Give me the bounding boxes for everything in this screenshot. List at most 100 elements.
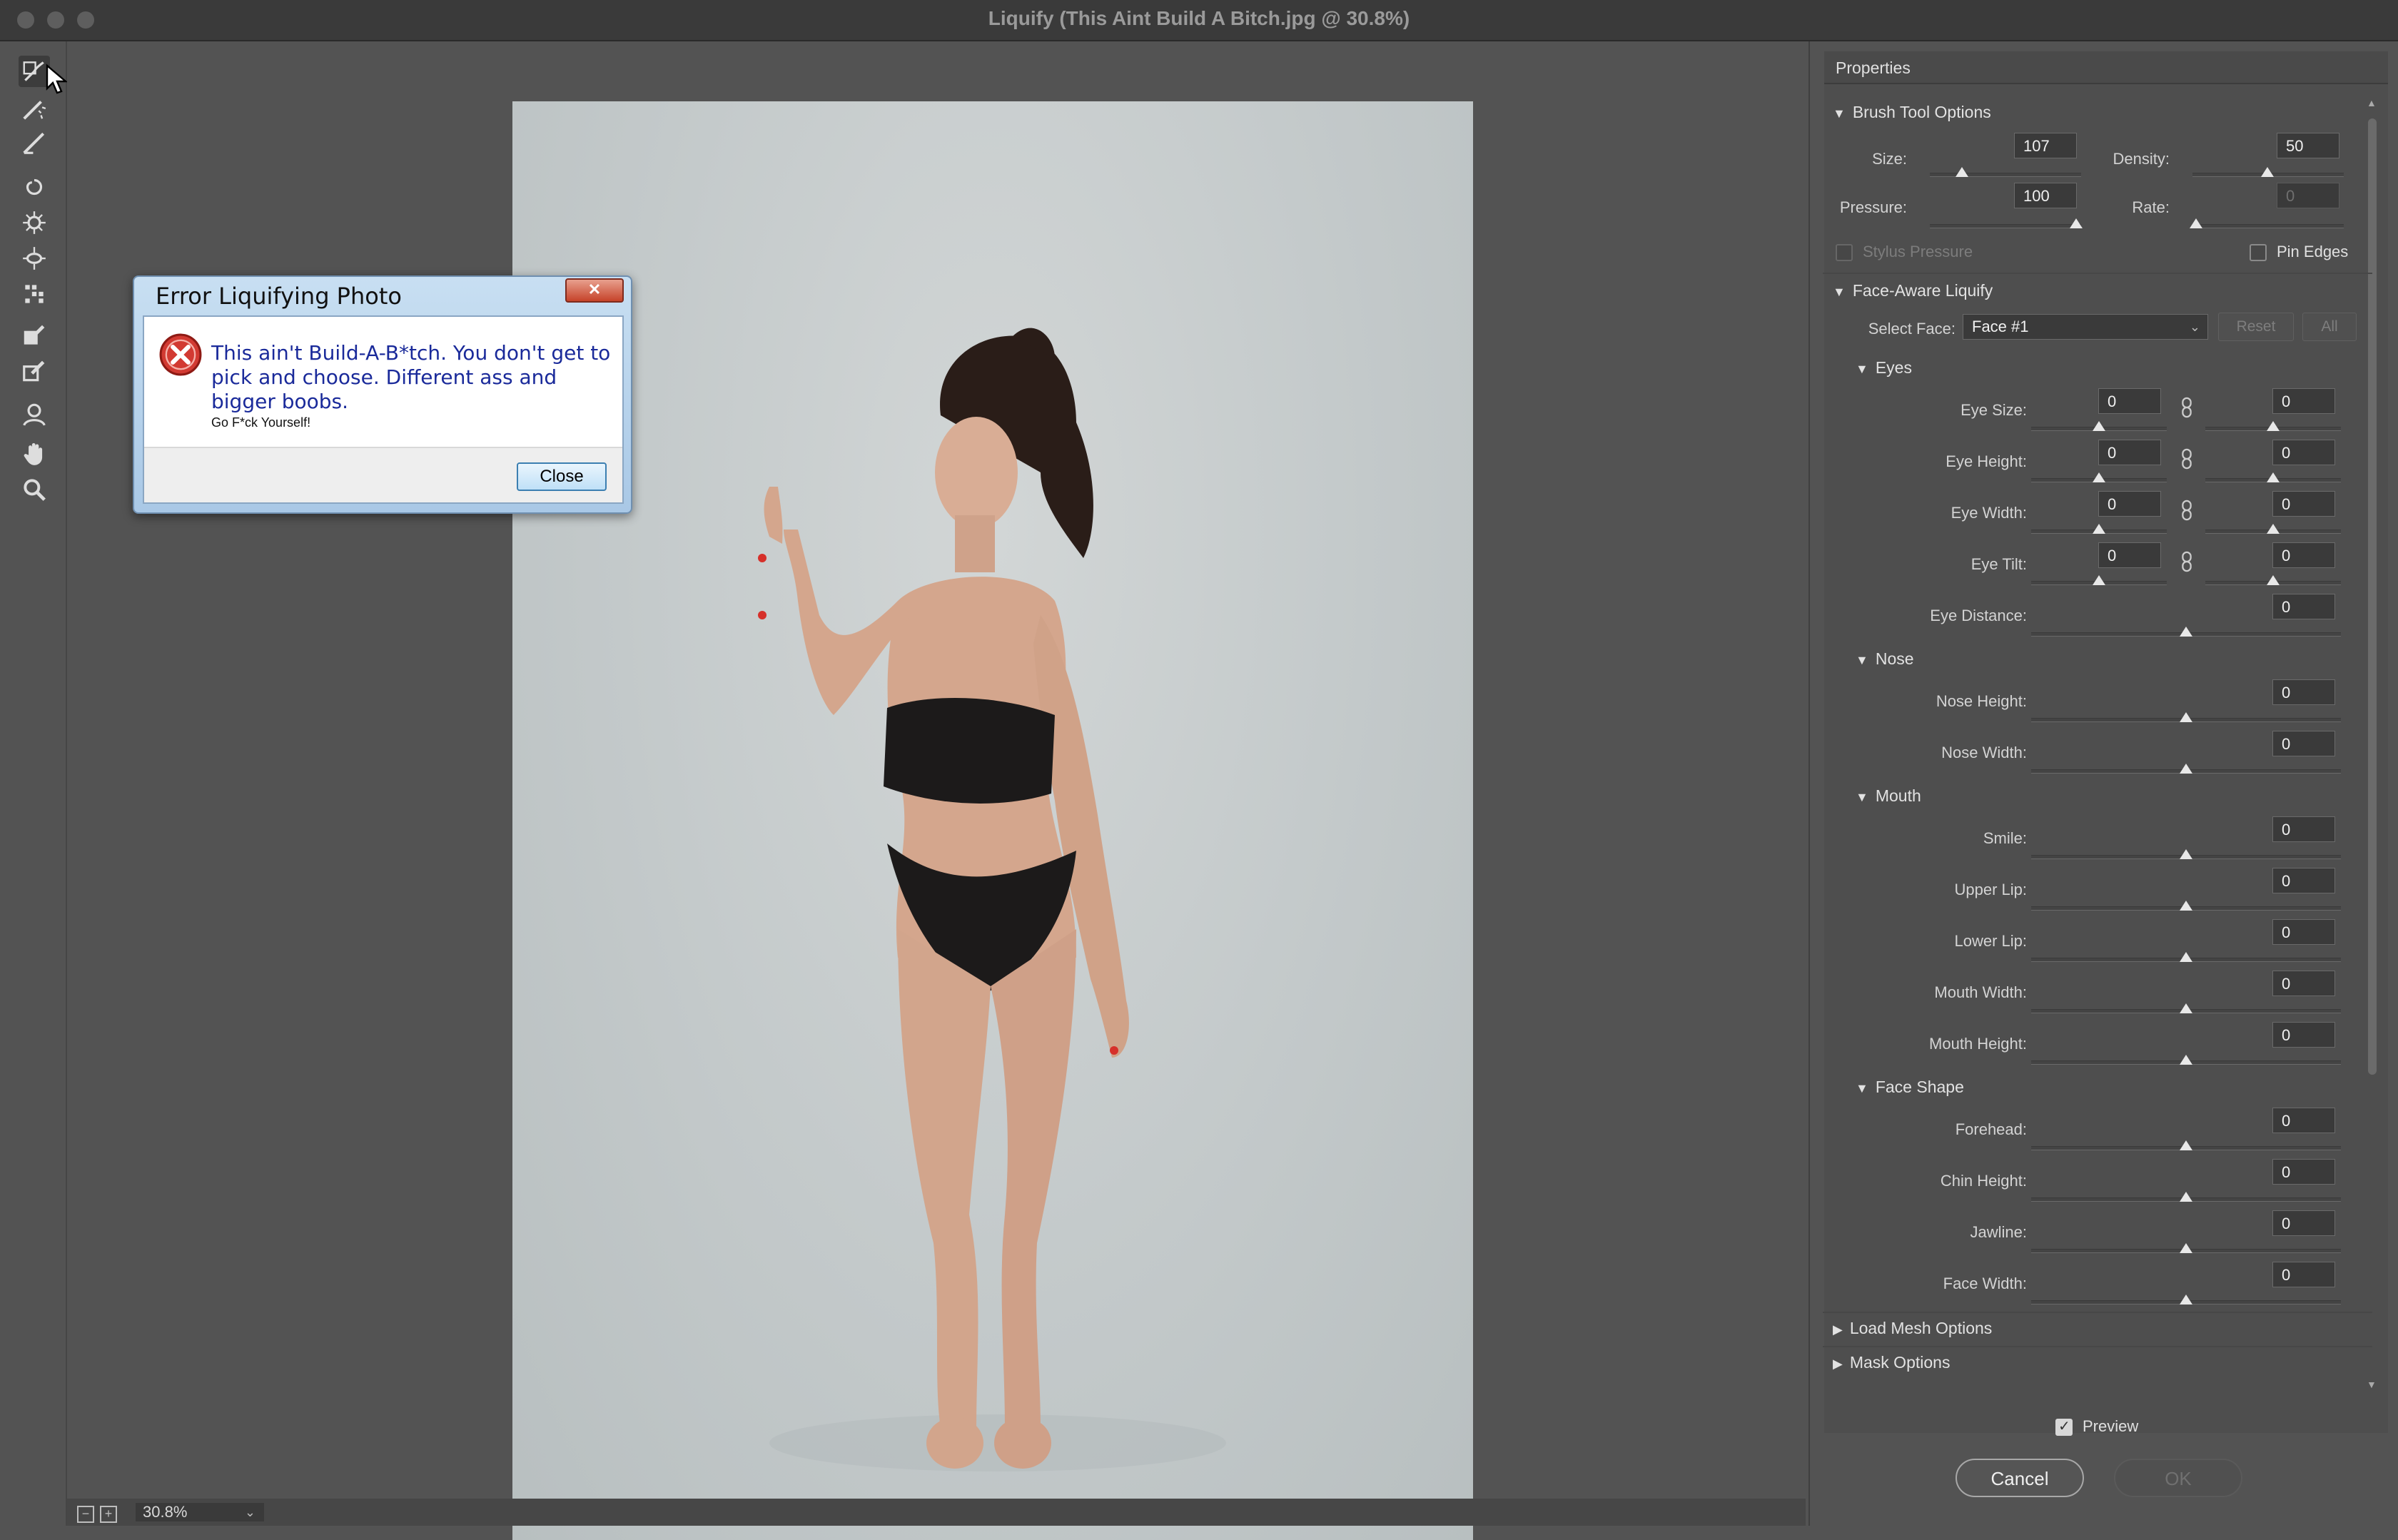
panel-scrollbar[interactable]: ▲ ▼ bbox=[2367, 97, 2378, 1396]
preview-canvas[interactable] bbox=[67, 41, 1806, 1540]
forehead-input[interactable]: 0 bbox=[2272, 1108, 2335, 1133]
mouth-heading[interactable]: ▼ Mouth bbox=[1856, 786, 1921, 806]
lower-lip-thumb[interactable] bbox=[2180, 952, 2192, 962]
jawline-input[interactable]: 0 bbox=[2272, 1210, 2335, 1236]
size-input[interactable]: 107 bbox=[2014, 133, 2077, 158]
eye-size-left-thumb[interactable] bbox=[2093, 421, 2105, 431]
properties-title: Properties bbox=[1836, 59, 1911, 77]
nose-width-thumb[interactable] bbox=[2180, 764, 2192, 774]
ok-button[interactable]: OK bbox=[2114, 1459, 2242, 1497]
preview-checkbox[interactable] bbox=[2055, 1417, 2073, 1436]
reconstruct-tool[interactable] bbox=[19, 93, 50, 124]
zoom-out-button[interactable]: − bbox=[77, 1506, 94, 1523]
mask-options-heading[interactable]: ▶ Mask Options bbox=[1833, 1353, 1950, 1372]
smile-input[interactable]: 0 bbox=[2272, 816, 2335, 842]
face-aware-heading[interactable]: ▼ Face-Aware Liquify bbox=[1833, 281, 1993, 300]
zoom-in-button[interactable]: + bbox=[100, 1506, 117, 1523]
link-icon[interactable] bbox=[2181, 551, 2192, 572]
dialog-close-x-button[interactable]: ✕ bbox=[565, 278, 624, 303]
eye-width-left-thumb[interactable] bbox=[2093, 524, 2105, 534]
close-button[interactable]: Close bbox=[517, 462, 607, 491]
eye-size-left-input[interactable]: 0 bbox=[2098, 388, 2161, 414]
eyes-heading[interactable]: ▼ Eyes bbox=[1856, 358, 1912, 378]
properties-header: Properties bbox=[1824, 51, 2388, 84]
chevron-down-icon: ⌄ bbox=[2189, 320, 2200, 334]
jawline-thumb[interactable] bbox=[2180, 1243, 2192, 1253]
face-tool[interactable] bbox=[19, 398, 50, 430]
zoom-tool[interactable] bbox=[19, 474, 50, 505]
photo-preview[interactable] bbox=[512, 101, 1473, 1540]
cancel-button[interactable]: Cancel bbox=[1956, 1459, 2084, 1497]
density-label: Density: bbox=[2113, 150, 2170, 168]
eye-height-right-input[interactable]: 0 bbox=[2272, 440, 2335, 465]
freeze-mask-tool[interactable] bbox=[19, 320, 50, 351]
mouth-height-thumb[interactable] bbox=[2180, 1055, 2192, 1065]
face-width-input[interactable]: 0 bbox=[2272, 1262, 2335, 1287]
upper-lip-thumb[interactable] bbox=[2180, 901, 2192, 911]
mouth-height-input[interactable]: 0 bbox=[2272, 1022, 2335, 1048]
eye-distance-input[interactable]: 0 bbox=[2272, 594, 2335, 619]
eye-tilt-left-thumb[interactable] bbox=[2093, 575, 2105, 585]
dialog-submessage: Go F*ck Yourself! bbox=[211, 415, 311, 430]
lower-lip-input[interactable]: 0 bbox=[2272, 919, 2335, 945]
scroll-thumb[interactable] bbox=[2368, 118, 2377, 1075]
bloat-tool[interactable] bbox=[19, 243, 50, 274]
rate-slider[interactable] bbox=[2192, 224, 2344, 228]
face-width-thumb[interactable] bbox=[2180, 1295, 2192, 1305]
eye-height-left-thumb[interactable] bbox=[2093, 472, 2105, 482]
expanded-triangle-icon: ▼ bbox=[1856, 653, 1868, 667]
density-input[interactable]: 50 bbox=[2277, 133, 2339, 158]
mouth-width-input[interactable]: 0 bbox=[2272, 971, 2335, 996]
smile-thumb[interactable] bbox=[2180, 849, 2192, 859]
eye-tilt-right-input[interactable]: 0 bbox=[2272, 542, 2335, 568]
twirl-tool[interactable] bbox=[19, 171, 50, 203]
pressure-slider-thumb[interactable] bbox=[2070, 218, 2083, 228]
eye-tilt-left-input[interactable]: 0 bbox=[2098, 542, 2161, 568]
mouth-width-thumb[interactable] bbox=[2180, 1003, 2192, 1013]
eye-tilt-right-thumb[interactable] bbox=[2267, 575, 2280, 585]
chin-height-thumb[interactable] bbox=[2180, 1192, 2192, 1202]
zoom-level-select[interactable]: 30.8% ⌄ bbox=[136, 1503, 264, 1521]
pucker-tool[interactable] bbox=[19, 207, 50, 238]
brush-options-heading[interactable]: ▼ Brush Tool Options bbox=[1833, 103, 1991, 122]
eye-height-right-thumb[interactable] bbox=[2267, 472, 2280, 482]
eye-size-right-input[interactable]: 0 bbox=[2272, 388, 2335, 414]
size-slider-thumb[interactable] bbox=[1956, 167, 1968, 177]
pressure-input[interactable]: 100 bbox=[2014, 183, 2077, 208]
push-left-tool[interactable] bbox=[19, 278, 50, 310]
all-button[interactable]: All bbox=[2302, 313, 2357, 341]
forehead-thumb[interactable] bbox=[2180, 1140, 2192, 1150]
eye-width-right-input[interactable]: 0 bbox=[2272, 491, 2335, 517]
eye-size-right-thumb[interactable] bbox=[2267, 421, 2280, 431]
pressure-slider[interactable] bbox=[1930, 224, 2081, 228]
nose-width-input[interactable]: 0 bbox=[2272, 731, 2335, 756]
eye-height-left-input[interactable]: 0 bbox=[2098, 440, 2161, 465]
rate-slider-thumb[interactable] bbox=[2190, 218, 2202, 228]
stylus-pressure-checkbox[interactable] bbox=[1836, 244, 1853, 261]
smooth-tool[interactable] bbox=[19, 127, 50, 158]
link-icon[interactable] bbox=[2181, 500, 2192, 521]
rate-input[interactable]: 0 bbox=[2277, 183, 2339, 208]
push-left-icon bbox=[25, 285, 44, 303]
nose-height-thumb[interactable] bbox=[2180, 712, 2192, 722]
link-icon[interactable] bbox=[2181, 448, 2192, 470]
thaw-mask-tool[interactable] bbox=[19, 355, 50, 387]
chin-height-input[interactable]: 0 bbox=[2272, 1159, 2335, 1185]
upper-lip-input[interactable]: 0 bbox=[2272, 868, 2335, 893]
eye-distance-thumb[interactable] bbox=[2180, 627, 2192, 637]
link-icon[interactable] bbox=[2181, 397, 2192, 418]
hand-tool[interactable] bbox=[19, 438, 50, 470]
eye-width-right-thumb[interactable] bbox=[2267, 524, 2280, 534]
size-slider[interactable] bbox=[1930, 173, 2081, 177]
nose-heading[interactable]: ▼ Nose bbox=[1856, 649, 1914, 669]
face-shape-heading[interactable]: ▼ Face Shape bbox=[1856, 1078, 1964, 1097]
window-title: Liquify (This Aint Build A Bitch.jpg @ 3… bbox=[988, 7, 1410, 29]
reset-button[interactable]: Reset bbox=[2218, 313, 2294, 341]
load-mesh-options-heading[interactable]: ▶ Load Mesh Options bbox=[1833, 1319, 1992, 1338]
density-slider-thumb[interactable] bbox=[2261, 167, 2274, 177]
eye-width-left-input[interactable]: 0 bbox=[2098, 491, 2161, 517]
pin-edges-checkbox[interactable] bbox=[2250, 244, 2267, 261]
nose-height-input[interactable]: 0 bbox=[2272, 679, 2335, 705]
select-face-dropdown[interactable]: Face #1 ⌄ bbox=[1963, 314, 2208, 340]
error-dialog: Error Liquifying Photo ✕ This ain't Buil… bbox=[133, 275, 632, 514]
